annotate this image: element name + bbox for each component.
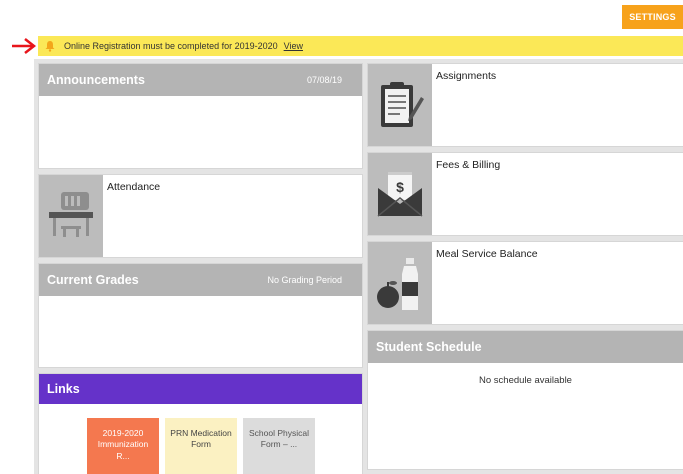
svg-text:$: $ (396, 179, 404, 195)
red-arrow-icon (12, 38, 37, 54)
current-grades-card: Current Grades No Grading Period (39, 264, 362, 367)
links-card: Links 2019-2020 Immunization R... PRN Me… (39, 374, 362, 474)
apple-water-icon (377, 258, 418, 310)
links-header: Links (39, 374, 362, 404)
link-line: Immunization (97, 439, 149, 450)
link-line: Form – ... (260, 439, 298, 450)
announcements-card: Announcements 07/08/19 (39, 64, 362, 168)
meal-service-label: Meal Service Balance (436, 248, 538, 260)
current-grades-header: Current Grades No Grading Period (39, 264, 362, 296)
announcements-title: Announcements (47, 73, 145, 87)
announcements-header: Announcements 07/08/19 (39, 64, 362, 96)
meal-service-tile-icon-area (368, 242, 432, 324)
link-line: School Physical (248, 428, 309, 438)
link-line: 2019-2020 (102, 428, 144, 438)
current-grades-title: Current Grades (47, 273, 139, 287)
link-line: PRN Medication (170, 428, 232, 438)
student-schedule-header: Student Schedule (368, 331, 683, 363)
assignments-label: Assignments (436, 70, 497, 82)
assignments-tile-icon-area (368, 64, 432, 146)
attendance-tile-icon-area (39, 175, 103, 257)
fees-billing-tile[interactable]: $ Fees & Billing (368, 153, 683, 235)
link-line: Form (191, 439, 211, 450)
attendance-tile[interactable]: Attendance (39, 175, 362, 257)
attendance-label: Attendance (107, 181, 161, 193)
links-title: Links (47, 382, 80, 396)
assignments-tile[interactable]: Assignments (368, 64, 683, 146)
schedule-empty-message: No schedule available (479, 375, 572, 386)
notice-view-link[interactable]: View (284, 41, 303, 51)
registration-notice-bar: Online Registration must be completed fo… (38, 36, 683, 56)
link-prn-medication-form[interactable]: PRN Medication Form (165, 418, 237, 474)
announcements-date: 07/08/19 (306, 75, 342, 85)
bill-envelope-icon: $ (377, 172, 423, 217)
fees-billing-tile-icon-area: $ (368, 153, 432, 235)
link-line: R... (116, 450, 130, 461)
school-desk-icon (49, 192, 93, 237)
student-schedule-card: Student Schedule No schedule available (368, 331, 683, 469)
fees-billing-label: Fees & Billing (436, 159, 501, 171)
links-list: 2019-2020 Immunization R... PRN Medicati… (87, 418, 315, 474)
notice-message: Online Registration must be completed fo… (64, 41, 278, 51)
grading-period-label: No Grading Period (267, 275, 342, 285)
student-schedule-title: Student Schedule (376, 340, 482, 354)
link-school-physical-form[interactable]: School Physical Form – ... (243, 418, 315, 474)
bell-icon (45, 41, 55, 52)
meal-service-tile[interactable]: Meal Service Balance (368, 242, 683, 324)
link-immunization-record[interactable]: 2019-2020 Immunization R... (87, 418, 159, 474)
clipboard-icon (381, 82, 424, 127)
settings-button[interactable]: SETTINGS (622, 5, 683, 29)
